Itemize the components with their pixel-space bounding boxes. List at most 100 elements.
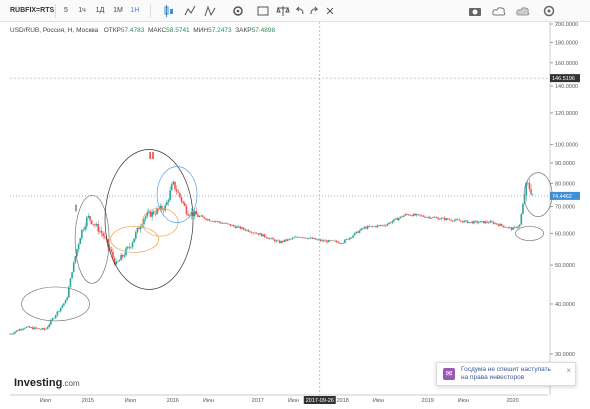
time-tick-label: Июн xyxy=(203,398,214,404)
candle-body xyxy=(157,208,160,210)
cloud-icon[interactable] xyxy=(491,3,507,19)
news-icon: ✉ xyxy=(443,368,455,380)
candle-body xyxy=(334,240,336,242)
timeframe-5[interactable]: 5 xyxy=(60,3,72,19)
candle-body xyxy=(265,237,268,239)
toast-text-line2: на права инвесторов xyxy=(461,374,525,381)
candle-body xyxy=(10,333,13,335)
candle-body xyxy=(79,238,82,245)
settings-right-icon[interactable] xyxy=(541,3,557,19)
symbol-field[interactable]: RUBFIX=RTS xyxy=(10,3,54,19)
close-icon[interactable]: × xyxy=(566,367,571,375)
candle-body xyxy=(518,224,521,227)
candle-body xyxy=(368,226,371,227)
candle-body xyxy=(371,226,374,227)
logo-suffix: .com xyxy=(62,379,80,388)
timeframe-1d[interactable]: 1Д xyxy=(93,3,107,19)
cloud-down-icon[interactable] xyxy=(515,3,531,19)
candles-icon[interactable] xyxy=(162,3,176,19)
candle-body xyxy=(175,189,178,192)
candle-body xyxy=(362,228,364,230)
settings-icon[interactable] xyxy=(231,3,245,19)
candle-body xyxy=(332,240,335,242)
candle-body xyxy=(257,233,260,235)
undo-icon[interactable] xyxy=(294,3,306,19)
candle-body xyxy=(64,300,67,304)
candle-body xyxy=(308,238,310,239)
candle-body xyxy=(471,221,474,224)
candle-body xyxy=(417,214,420,215)
candle-body xyxy=(215,221,217,222)
candle-body xyxy=(455,219,457,221)
time-tick-label: 2018 xyxy=(337,398,349,404)
candle-body xyxy=(474,220,477,222)
candle-body xyxy=(177,191,180,193)
chart-area[interactable]: 200.0000 180.0000 160.0000 140.0000 120.0000… xyxy=(0,22,590,409)
candle-body xyxy=(250,232,253,233)
candle-body xyxy=(203,216,206,219)
candle-body xyxy=(278,240,281,244)
candle-body xyxy=(154,213,157,215)
redo-icon[interactable] xyxy=(308,3,320,19)
price-tick-label: 200.0000 xyxy=(555,22,578,28)
candle-body xyxy=(82,229,85,231)
candle-body xyxy=(161,205,163,210)
timeframe-1m[interactable]: 1М xyxy=(111,3,125,19)
candle-body xyxy=(409,215,412,216)
fullscreen-icon[interactable] xyxy=(256,3,270,19)
candle-body xyxy=(316,239,318,241)
candle-body xyxy=(54,315,57,318)
compare-icon[interactable] xyxy=(203,3,217,19)
candle-body xyxy=(515,226,518,228)
news-toast[interactable]: ✉ Госдума не спешит наступать на права и… xyxy=(436,362,576,386)
balance-icon[interactable] xyxy=(276,3,290,19)
chart-toolbar: RUBFIX=RTS 5 1ч 1Д 1Н 1М xyxy=(0,0,590,22)
candle-body xyxy=(239,226,242,229)
candle-body xyxy=(466,220,469,223)
candle-body xyxy=(479,221,482,223)
investing-logo[interactable]: Investing.com xyxy=(14,377,80,389)
candle-body xyxy=(358,230,361,233)
time-tick-label: Июн xyxy=(288,398,299,404)
candle-body xyxy=(420,215,423,217)
price-tick-label: 90.0000 xyxy=(555,161,575,167)
candle-body xyxy=(317,239,320,241)
candle-body xyxy=(68,287,70,298)
candle-body xyxy=(296,236,299,238)
candle-body xyxy=(376,225,379,228)
candle-body xyxy=(260,233,263,237)
candle-body xyxy=(69,278,72,288)
candle-body xyxy=(51,318,54,321)
timeframe-1w[interactable]: 1Н xyxy=(128,3,142,19)
candle-body xyxy=(487,222,490,224)
candle-body xyxy=(35,327,37,329)
candle-body xyxy=(504,227,506,228)
candle-body xyxy=(481,221,483,222)
candle-body xyxy=(415,214,418,216)
candle-body xyxy=(166,202,168,206)
timeframe-1h[interactable]: 1ч xyxy=(76,3,88,19)
candle-body xyxy=(422,215,425,217)
candle-body xyxy=(451,220,454,222)
candle-body xyxy=(350,237,353,239)
candle-body xyxy=(117,261,119,263)
candle-body xyxy=(520,214,523,225)
candle-body xyxy=(262,234,265,237)
price-tick-label: 140.0000 xyxy=(555,84,578,90)
candle-body xyxy=(133,238,135,243)
candle-body xyxy=(510,227,513,230)
logo-brand: Investing xyxy=(14,377,63,389)
candle-body xyxy=(172,181,175,185)
current-price-label: 74.4462 xyxy=(552,194,572,200)
candle-body xyxy=(237,226,240,228)
candle-body xyxy=(345,238,348,240)
annotation-circle-ii xyxy=(104,149,194,290)
indicator-icon[interactable] xyxy=(183,3,197,19)
candle-body xyxy=(339,243,341,244)
candle-body xyxy=(486,221,488,223)
cross-icon[interactable] xyxy=(324,3,336,19)
candle-body xyxy=(255,233,258,234)
price-chart[interactable]: 200.0000 180.0000 160.0000 140.0000 120.0000… xyxy=(0,22,590,409)
camera-icon[interactable] xyxy=(467,3,483,19)
candle-body xyxy=(522,203,524,215)
